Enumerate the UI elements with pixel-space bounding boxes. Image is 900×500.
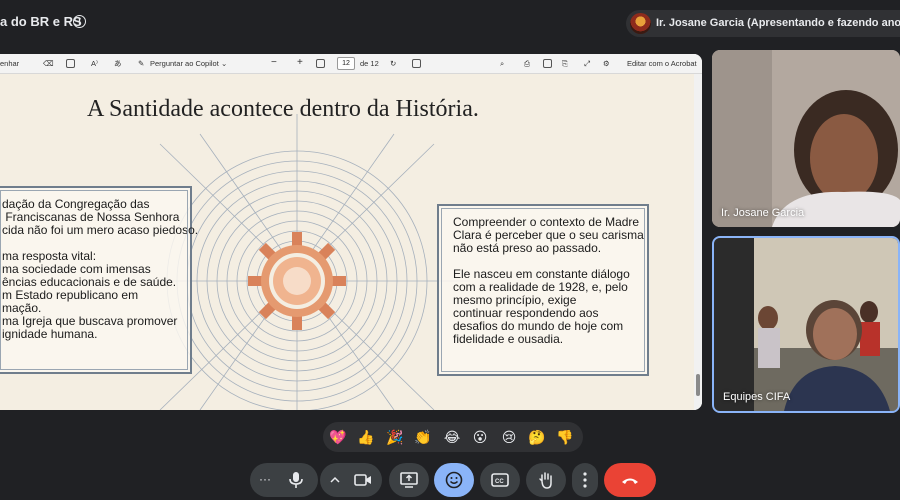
reaction-surprised[interactable]: 😮 [471,428,489,446]
chevron-up-icon[interactable] [330,476,340,484]
video-feed [714,238,898,411]
settings-icon[interactable]: ⚙ [603,59,610,69]
more-vertical-icon [583,472,587,488]
meeting-title: a do BR e RS [0,14,82,29]
draw-tool-label[interactable]: enhar [0,59,19,69]
save-icon[interactable] [543,59,552,71]
end-call-button[interactable] [604,463,656,497]
read-aloud-icon[interactable]: A⁾ [91,59,98,69]
translate-icon[interactable]: あ [114,59,122,69]
participant-tile[interactable]: Ir. Josane Garcia [712,50,900,227]
reaction-clap[interactable]: 👏 [414,428,432,446]
svg-text:CC: CC [495,479,504,485]
slide-title: A Santidade acontece dentro da História. [87,96,479,122]
reaction-party[interactable]: 🎉 [386,428,404,446]
participant-name: Ir. Josane Garcia [721,207,805,219]
fit-page-icon[interactable] [316,59,325,71]
presentation-area: enhar ⌫ A⁾ あ ✎ Perguntar ao Copilot ⌄ − … [0,54,702,410]
camera-icon[interactable] [354,473,372,487]
meet-window: a do BR e RS i Ir. Josane Garcia (Aprese… [0,0,900,500]
reactions-bar: 💖 👍 🎉 👏 😂 😮 😢 🤔 👎 [323,422,583,452]
raise-hand-button[interactable] [526,463,566,497]
audio-control-group: ··· [250,463,318,497]
present-screen-icon [400,472,418,488]
eraser-icon[interactable]: ⌫ [43,59,54,69]
presenter-avatar [630,13,651,34]
emblem-icon [248,232,346,330]
emoji-button[interactable] [434,463,474,497]
reaction-sad[interactable]: 😢 [500,428,518,446]
reaction-thinking[interactable]: 🤔 [528,428,546,446]
copilot-icon[interactable]: ✎ [138,59,144,69]
hang-up-icon [622,478,638,484]
view-icon[interactable] [412,59,421,71]
search-icon[interactable]: ⌕ [500,59,504,69]
zoom-in-button[interactable]: + [297,58,303,68]
emoji-icon [445,471,463,489]
audio-settings-button[interactable]: ··· [259,472,271,486]
video-control-group [320,463,382,497]
info-icon[interactable]: i [73,15,86,28]
presenter-chip[interactable]: Ir. Josane Garcia (Apresentando e fazend… [626,10,900,37]
zoom-out-button[interactable]: − [271,58,277,68]
save-as-icon[interactable]: ⎘ [562,59,568,69]
copilot-button[interactable]: Perguntar ao Copilot [150,59,219,69]
raise-hand-icon [539,472,552,489]
participant-name: Equipes CIFA [723,391,791,403]
present-button[interactable] [389,463,429,497]
reaction-heart[interactable]: 💖 [329,428,347,446]
scroll-thumb[interactable] [696,374,700,396]
right-text-box: Compreender o contexto de Madre Clara é … [437,204,649,376]
slide: A Santidade acontece dentro da História.… [0,74,694,410]
reaction-thumbs-up[interactable]: 👍 [357,428,375,446]
captions-button[interactable]: CC [480,463,520,497]
page-number-input[interactable]: 12 [337,57,355,70]
video-feed [712,50,900,227]
layout-icon[interactable] [66,59,75,71]
rotate-icon[interactable]: ↻ [390,59,396,69]
left-box-text: dação da Congregação das Franciscanas de… [2,197,199,341]
reaction-laugh[interactable]: 😂 [443,428,461,446]
participant-tile[interactable]: Equipes CIFA [712,236,900,413]
fullscreen-icon[interactable]: ⤢ [584,59,590,69]
presenter-label: Ir. Josane Garcia (Apresentando e fazend… [656,17,900,29]
chevron-down-icon[interactable]: ⌄ [221,59,227,69]
print-icon[interactable]: ⎙ [524,59,530,69]
left-text-box: dação da Congregação das Franciscanas de… [0,186,198,374]
pdf-toolbar: enhar ⌫ A⁾ あ ✎ Perguntar ao Copilot ⌄ − … [0,54,702,74]
mic-icon[interactable] [288,471,304,489]
pdf-scrollbar[interactable] [694,74,702,410]
closed-captions-icon: CC [491,473,509,487]
edit-acrobat-button[interactable]: Editar com o Acrobat [627,59,697,69]
right-box-text: Compreender o contexto de Madre Clara é … [453,215,644,346]
reaction-thumbs-down[interactable]: 👎 [556,428,574,446]
more-options-button[interactable] [572,463,598,497]
page-total: de 12 [360,59,379,68]
